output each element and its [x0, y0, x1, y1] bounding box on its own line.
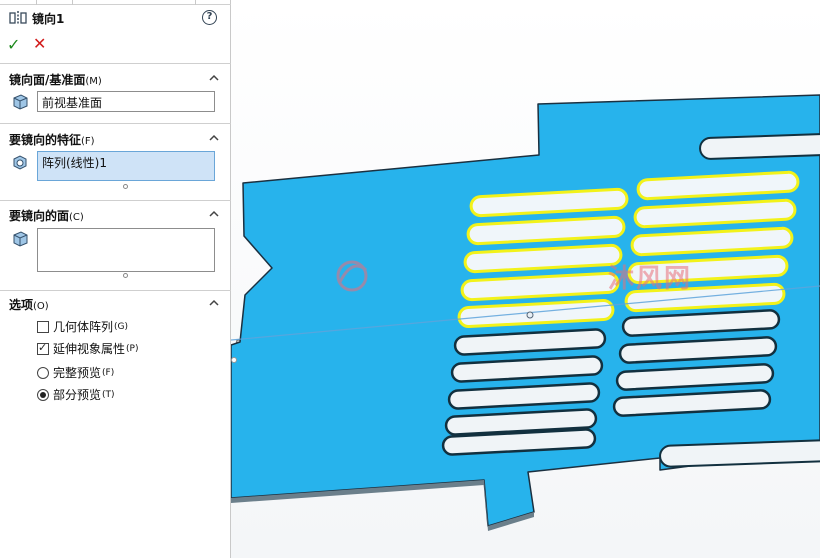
section-divider: [0, 290, 231, 291]
graphics-viewport[interactable]: 沐风网: [231, 0, 820, 558]
list-resize-handle[interactable]: [123, 273, 128, 278]
plane-point: [526, 311, 534, 319]
feature-icon: [13, 155, 27, 170]
panel-tab-strip[interactable]: [0, 0, 231, 5]
features-to-mirror-list[interactable]: 阵列(线性)1: [37, 151, 215, 181]
partial-preview-radio[interactable]: 部分预览 (T): [37, 386, 115, 403]
feature-title: 镜向1: [32, 11, 65, 26]
mirror-feature-icon: [9, 11, 27, 25]
collapse-caret-icon[interactable]: [209, 73, 219, 83]
faces-to-mirror-list[interactable]: [37, 228, 215, 272]
section-divider: [0, 200, 231, 201]
cancel-x-icon[interactable]: ✕: [33, 34, 46, 53]
faces-section-title[interactable]: 要镜向的面(C): [9, 207, 84, 224]
watermark-text: 沐风网: [608, 264, 693, 294]
slots-left-lower: [441, 328, 607, 456]
section-divider: [0, 123, 231, 124]
face-cube-icon: [13, 231, 28, 247]
collapse-caret-icon[interactable]: [209, 133, 219, 143]
propagate-visual-checkbox[interactable]: 延伸视象属性(P): [37, 340, 138, 357]
sheet-metal-model[interactable]: [231, 0, 820, 558]
radio-button[interactable]: [37, 388, 49, 401]
collapse-caret-icon[interactable]: [209, 209, 219, 219]
options-section-title[interactable]: 选项(O): [9, 296, 49, 313]
mirror-plane-section-title[interactable]: 镜向面/基准面(M): [9, 71, 102, 88]
ok-check-icon[interactable]: ✓: [7, 35, 20, 54]
section-divider: [0, 63, 231, 64]
panel-edge-handle: [231, 357, 237, 363]
mirror-plane-field[interactable]: 前视基准面: [37, 91, 215, 112]
feature-header: 镜向1: [9, 9, 64, 27]
checkbox-box[interactable]: [37, 341, 49, 355]
features-section-title[interactable]: 要镜向的特征(F): [9, 131, 95, 148]
radio-button[interactable]: [37, 366, 49, 379]
list-resize-handle[interactable]: [123, 184, 128, 189]
help-icon[interactable]: ?: [202, 10, 217, 25]
face-cube-icon: [13, 94, 28, 110]
checkbox-box[interactable]: [37, 320, 49, 333]
full-preview-radio[interactable]: 完整预览 (F): [37, 364, 114, 381]
geometry-pattern-checkbox[interactable]: 几何体阵列 (G): [37, 318, 128, 335]
property-manager-panel: 镜向1 ? ✓ ✕ 镜向面/基准面(M) 前视基准面 要镜向的特征(F) 阵列(…: [0, 0, 231, 558]
collapse-caret-icon[interactable]: [209, 298, 219, 308]
